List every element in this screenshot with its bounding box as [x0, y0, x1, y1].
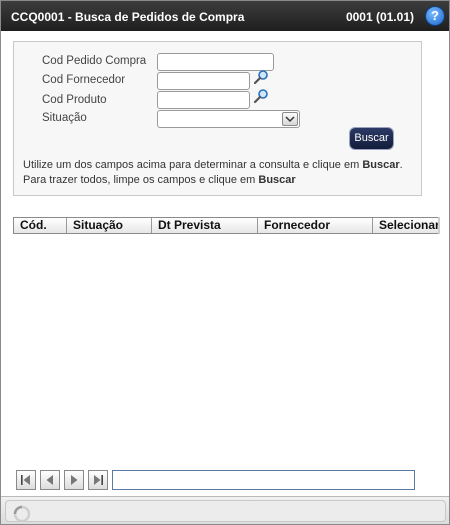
first-page-icon: [21, 475, 30, 485]
status-bar: [1, 496, 449, 524]
window-version: 0001 (01.01): [345, 10, 414, 24]
prev-page-icon: [46, 475, 53, 485]
instruction-line-2: Para trazer todos, limpe os campos e cli…: [23, 173, 415, 188]
window-title: CCQ0001 - Busca de Pedidos de Compra: [11, 10, 245, 24]
prev-page-button[interactable]: [40, 470, 60, 490]
grid-header-edge: [438, 217, 440, 234]
column-header-cod[interactable]: Cód.: [14, 218, 66, 233]
select-arrow-button[interactable]: [282, 112, 298, 126]
column-header-fornecedor[interactable]: Fornecedor: [257, 218, 372, 233]
last-page-icon: [94, 475, 103, 485]
column-header-selecionar[interactable]: Selecionar: [372, 218, 440, 233]
instruction-line-1: Utilize um dos campos acima para determi…: [23, 158, 415, 173]
cod-produto-input[interactable]: [157, 91, 250, 109]
column-header-dt-prevista[interactable]: Dt Prevista: [151, 218, 257, 233]
label-situacao: Situação: [42, 112, 87, 124]
help-icon[interactable]: ?: [426, 7, 444, 25]
instruction-line-1-bold: Buscar: [362, 159, 400, 171]
column-header-situacao[interactable]: Situação: [66, 218, 151, 233]
dialog-window: CCQ0001 - Busca de Pedidos de Compra 000…: [0, 0, 450, 525]
next-page-button[interactable]: [64, 470, 84, 490]
label-cod-produto: Cod Produto: [42, 94, 107, 106]
instruction-line-1-text: Utilize um dos campos acima para determi…: [23, 159, 363, 171]
first-page-button[interactable]: [16, 470, 36, 490]
title-bar: CCQ0001 - Busca de Pedidos de Compra 000…: [1, 1, 449, 31]
loading-spinner-icon: [13, 505, 31, 523]
next-page-icon: [71, 475, 78, 485]
search-instructions: Utilize um dos campos acima para determi…: [23, 158, 415, 188]
cod-fornecedor-input[interactable]: [157, 72, 250, 90]
label-cod-pedido-compra: Cod Pedido Compra: [42, 55, 147, 67]
situacao-select[interactable]: [157, 110, 300, 128]
produto-lookup-icon[interactable]: [253, 88, 269, 104]
instruction-line-2-text: Para trazer todos, limpe os campos e cli…: [23, 174, 259, 186]
page-number-input[interactable]: [112, 470, 415, 490]
results-grid-header: Cód. Situação Dt Prevista Fornecedor Sel…: [13, 217, 440, 234]
search-button[interactable]: Buscar: [350, 128, 393, 149]
instruction-line-1-end: .: [399, 159, 403, 171]
instruction-line-2-bold: Buscar: [258, 174, 296, 186]
last-page-button[interactable]: [88, 470, 108, 490]
chevron-down-icon: [285, 116, 295, 123]
status-field: [5, 500, 446, 523]
fornecedor-lookup-icon[interactable]: [253, 69, 269, 85]
label-cod-fornecedor: Cod Fornecedor: [42, 74, 126, 86]
search-filter-panel: Cod Pedido Compra Cod Fornecedor Cod Pro…: [13, 41, 422, 196]
